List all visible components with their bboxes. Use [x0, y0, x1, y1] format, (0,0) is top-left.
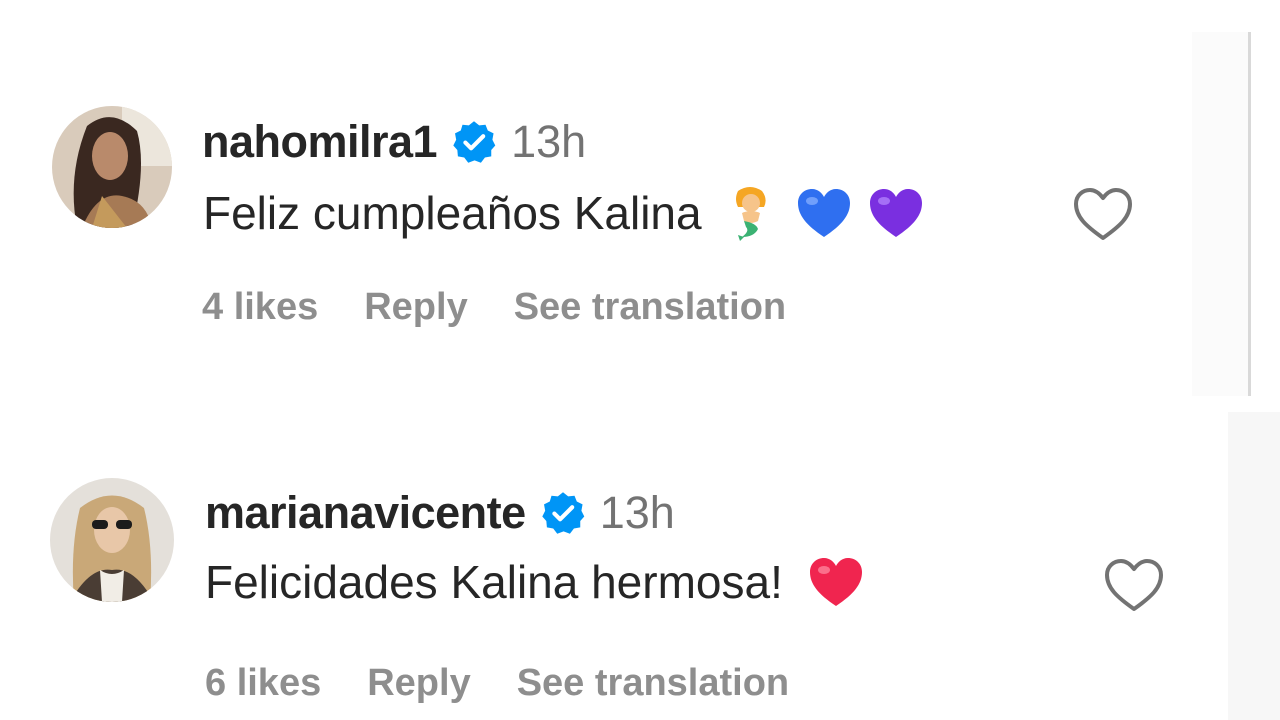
reply-button[interactable]: Reply [367, 662, 470, 705]
timestamp[interactable]: 13h [600, 487, 675, 539]
mermaid-emoji [735, 187, 766, 241]
username[interactable]: marianavicente [205, 487, 526, 539]
blue-heart-emoji [797, 189, 850, 237]
like-heart-icon[interactable] [1103, 557, 1165, 613]
avatar[interactable] [50, 478, 174, 602]
side-panel [1228, 412, 1280, 720]
purple-heart-emoji [869, 189, 922, 237]
reply-button[interactable]: Reply [364, 286, 467, 329]
likes-count[interactable]: 6 likes [205, 662, 321, 705]
likes-count[interactable]: 4 likes [202, 286, 318, 329]
divider [1248, 32, 1251, 396]
verified-badge-icon [541, 492, 584, 534]
timestamp[interactable]: 13h [511, 116, 586, 168]
avatar[interactable] [52, 106, 172, 228]
comment-text: Felicidades Kalina hermosa! [205, 556, 783, 608]
red-heart-emoji [809, 558, 862, 606]
see-translation-link[interactable]: See translation [517, 662, 789, 705]
verified-badge-icon [453, 121, 496, 163]
username[interactable]: nahomilra1 [202, 116, 438, 168]
comment-text: Feliz cumpleaños Kalina [203, 187, 702, 239]
side-panel [1192, 32, 1250, 396]
see-translation-link[interactable]: See translation [514, 286, 786, 329]
like-heart-icon[interactable] [1072, 186, 1134, 242]
